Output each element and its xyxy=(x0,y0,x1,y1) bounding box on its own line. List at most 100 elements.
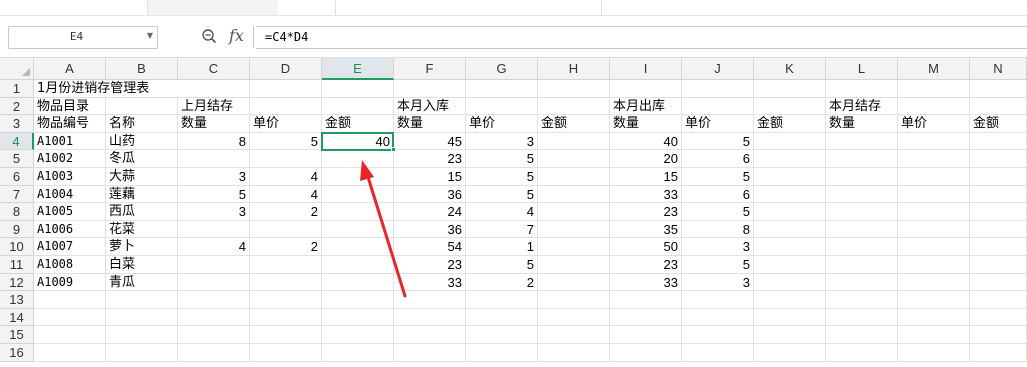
cell[interactable] xyxy=(610,308,682,327)
value-cell-j[interactable]: 5 xyxy=(682,203,754,221)
value-cell-c[interactable] xyxy=(178,256,250,274)
value-cell-e[interactable] xyxy=(322,150,394,168)
value-cell-c[interactable]: 4 xyxy=(178,238,250,256)
item-name-cell[interactable]: 西瓜 xyxy=(106,203,178,221)
cell[interactable] xyxy=(898,326,970,344)
item-code-cell[interactable]: A1007 xyxy=(34,238,106,256)
cell[interactable] xyxy=(682,308,754,327)
cell[interactable] xyxy=(682,97,754,116)
value-cell-e[interactable] xyxy=(322,238,394,256)
item-code-cell[interactable]: A1008 xyxy=(34,256,106,274)
column-label-c[interactable]: 数量 xyxy=(178,115,250,133)
cell[interactable] xyxy=(898,132,970,151)
column-label-l[interactable]: 数量 xyxy=(826,115,898,133)
cell[interactable] xyxy=(754,220,826,239)
cell[interactable] xyxy=(898,203,970,221)
value-cell-e[interactable] xyxy=(322,273,394,292)
item-name-cell[interactable]: 花菜 xyxy=(106,220,178,239)
value-cell-d[interactable]: 2 xyxy=(250,203,322,221)
row-header-7[interactable]: 7 xyxy=(0,185,34,204)
select-all-corner[interactable] xyxy=(0,58,34,80)
cell[interactable] xyxy=(682,326,754,344)
column-label-i[interactable]: 数量 xyxy=(610,115,682,133)
value-cell-i[interactable]: 33 xyxy=(610,273,682,292)
column-label-n[interactable]: 金额 xyxy=(970,115,1027,133)
cell[interactable] xyxy=(826,203,898,221)
cell[interactable] xyxy=(898,168,970,186)
cell[interactable] xyxy=(970,326,1027,344)
cell[interactable] xyxy=(538,273,610,292)
value-cell-i[interactable]: 23 xyxy=(610,256,682,274)
cell[interactable] xyxy=(106,344,178,362)
cell[interactable] xyxy=(106,326,178,344)
chevron-down-icon[interactable]: ▼ xyxy=(147,31,153,40)
value-cell-f[interactable]: 36 xyxy=(394,220,466,239)
cell[interactable] xyxy=(898,344,970,362)
cell[interactable] xyxy=(754,344,826,362)
group-header-i[interactable]: 本月出库 xyxy=(610,97,682,116)
value-cell-f[interactable]: 24 xyxy=(394,203,466,221)
column-label-g[interactable]: 单价 xyxy=(466,115,538,133)
sheet-title[interactable]: 1月份进销存管理表 xyxy=(34,80,234,98)
cell[interactable] xyxy=(970,80,1027,98)
cell[interactable] xyxy=(970,150,1027,168)
value-cell-i[interactable]: 23 xyxy=(610,203,682,221)
item-code-cell[interactable]: A1001 xyxy=(34,132,106,151)
row-header-1[interactable]: 1 xyxy=(0,80,34,98)
value-cell-g[interactable]: 5 xyxy=(466,185,538,204)
cell[interactable] xyxy=(682,291,754,309)
cell[interactable] xyxy=(394,308,466,327)
column-header-b[interactable]: B xyxy=(106,58,178,80)
cell[interactable] xyxy=(898,150,970,168)
cell[interactable] xyxy=(178,291,250,309)
row-header-8[interactable]: 8 xyxy=(0,203,34,221)
cell[interactable] xyxy=(106,308,178,327)
value-cell-e[interactable] xyxy=(322,220,394,239)
cell[interactable] xyxy=(466,326,538,344)
column-header-a[interactable]: A xyxy=(34,58,106,80)
value-cell-j[interactable]: 8 xyxy=(682,220,754,239)
item-name-cell[interactable]: 白菜 xyxy=(106,256,178,274)
value-cell-d[interactable]: 4 xyxy=(250,185,322,204)
cell[interactable] xyxy=(538,132,610,151)
value-cell-d[interactable]: 2 xyxy=(250,238,322,256)
value-cell-g[interactable]: 2 xyxy=(466,273,538,292)
zoom-icon[interactable] xyxy=(201,28,217,44)
item-code-cell[interactable]: A1003 xyxy=(34,168,106,186)
value-cell-j[interactable]: 6 xyxy=(682,185,754,204)
column-header-m[interactable]: M xyxy=(898,58,970,80)
column-label-b[interactable]: 名称 xyxy=(106,115,178,133)
cell[interactable] xyxy=(754,185,826,204)
item-code-cell[interactable]: A1005 xyxy=(34,203,106,221)
cell[interactable] xyxy=(682,344,754,362)
value-cell-i[interactable]: 50 xyxy=(610,238,682,256)
cell[interactable] xyxy=(898,220,970,239)
cell[interactable] xyxy=(682,80,754,98)
cell[interactable] xyxy=(754,308,826,327)
cell[interactable] xyxy=(178,326,250,344)
value-cell-g[interactable]: 1 xyxy=(466,238,538,256)
column-header-i[interactable]: I xyxy=(610,58,682,80)
cell[interactable] xyxy=(538,150,610,168)
cell[interactable] xyxy=(466,97,538,116)
cell[interactable] xyxy=(970,308,1027,327)
cell[interactable] xyxy=(610,80,682,98)
cell[interactable] xyxy=(898,185,970,204)
row-header-10[interactable]: 10 xyxy=(0,238,34,256)
cell[interactable] xyxy=(538,344,610,362)
column-header-c[interactable]: C xyxy=(178,58,250,80)
value-cell-g[interactable]: 3 xyxy=(466,132,538,151)
cell[interactable] xyxy=(610,326,682,344)
item-name-cell[interactable]: 萝卜 xyxy=(106,238,178,256)
value-cell-f[interactable]: 33 xyxy=(394,273,466,292)
column-header-d[interactable]: D xyxy=(250,58,322,80)
cell[interactable] xyxy=(250,291,322,309)
value-cell-e[interactable] xyxy=(322,185,394,204)
cell[interactable] xyxy=(826,220,898,239)
cell[interactable] xyxy=(322,308,394,327)
cell[interactable] xyxy=(538,238,610,256)
row-header-2[interactable]: 2 xyxy=(0,97,34,116)
cell[interactable] xyxy=(970,273,1027,292)
cell[interactable] xyxy=(466,308,538,327)
row-header-12[interactable]: 12 xyxy=(0,273,34,292)
